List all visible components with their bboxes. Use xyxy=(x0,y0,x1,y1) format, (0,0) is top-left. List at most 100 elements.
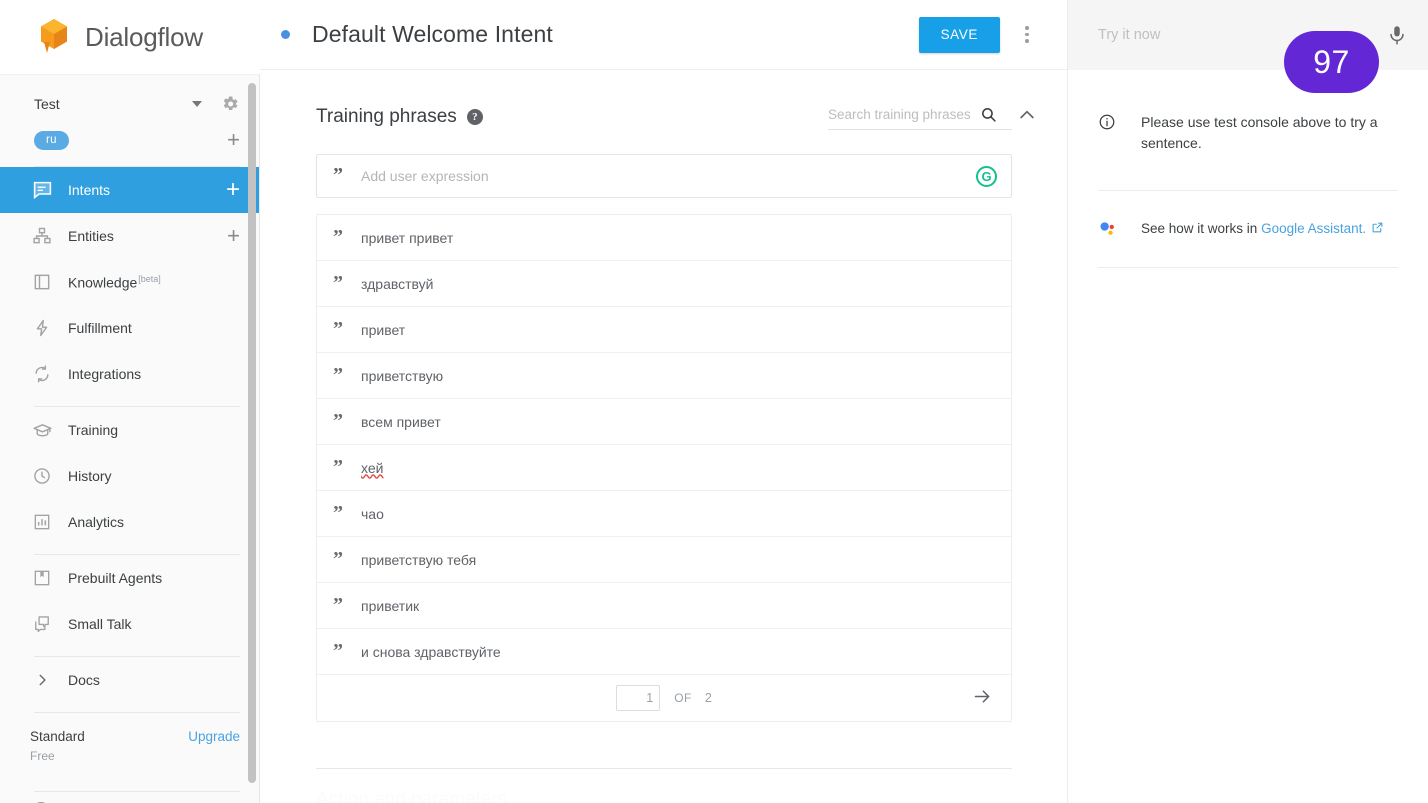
google-assistant-dots-icon xyxy=(1098,219,1118,239)
entity-tree-icon xyxy=(30,224,54,248)
table-row[interactable]: ” здравствуй xyxy=(317,261,1011,307)
quote-mark-icon: ” xyxy=(333,595,347,615)
sidebar-item-label: Prebuilt Agents xyxy=(68,570,240,586)
bookmark-box-icon xyxy=(30,566,54,590)
search-input[interactable] xyxy=(828,107,980,122)
google-assistant-link[interactable]: Google Assistant. xyxy=(1261,221,1366,236)
page-title[interactable]: Default Welcome Intent xyxy=(312,21,919,48)
panel-divider xyxy=(1098,267,1398,268)
sidebar-item-label: Analytics xyxy=(68,514,240,530)
beta-badge: [beta] xyxy=(138,274,161,284)
test-console-panel: Please use test console above to try a s… xyxy=(1068,0,1428,803)
unsaved-changes-dot-icon xyxy=(281,30,290,39)
dialogflow-console: Dialogflow Test ru + xyxy=(0,0,1428,803)
bar-chart-icon xyxy=(30,510,54,534)
help-circle-icon[interactable]: ? xyxy=(467,109,483,125)
training-phrases-list: ” привет привет ” здравствуй ” привет ” … xyxy=(316,214,1012,722)
add-user-expression-row[interactable]: ” G xyxy=(316,154,1012,198)
add-entity-plus-icon[interactable]: + xyxy=(227,225,240,247)
quote-mark-icon: ” xyxy=(333,365,347,385)
table-row[interactable]: ” приветствую xyxy=(317,353,1011,399)
arrow-right-icon[interactable] xyxy=(972,686,993,711)
support-row[interactable] xyxy=(0,792,260,803)
add-user-expression-input[interactable] xyxy=(361,168,976,184)
table-row[interactable]: ” хей xyxy=(317,445,1011,491)
add-intent-plus-icon[interactable]: + xyxy=(226,178,240,202)
info-message-row: Please use test console above to try a s… xyxy=(1098,70,1398,154)
quote-mark-icon: ” xyxy=(333,319,347,339)
speech-bubbles-icon xyxy=(30,612,54,636)
sidebar-item-fulfillment[interactable]: Fulfillment xyxy=(0,305,260,351)
training-phrase-text: приветствую тебя xyxy=(361,552,476,568)
upgrade-link[interactable]: Upgrade xyxy=(188,729,240,744)
sidebar-scrollbar[interactable] xyxy=(248,83,256,783)
chevron-right-icon xyxy=(30,670,54,690)
training-phrase-text: всем привет xyxy=(361,414,441,430)
sidebar-item-label: History xyxy=(68,468,240,484)
training-phrases-header: Training phrases ? xyxy=(316,100,1012,134)
sidebar-item-history[interactable]: History xyxy=(0,453,260,499)
external-link-icon[interactable] xyxy=(1371,222,1384,237)
sidebar-item-docs[interactable]: Docs xyxy=(0,657,260,703)
dialogflow-cube-logo-icon xyxy=(34,16,74,58)
section-title: Training phrases xyxy=(316,106,457,128)
page-number-input[interactable] xyxy=(616,685,660,711)
sidebar-item-entities[interactable]: Entities + xyxy=(0,213,260,259)
test-console-body: Please use test console above to try a s… xyxy=(1068,70,1428,268)
table-row[interactable]: ” приветствую тебя xyxy=(317,537,1011,583)
agent-name: Test xyxy=(34,96,192,112)
table-row[interactable]: ” всем привет xyxy=(317,399,1011,445)
agent-selector-row[interactable]: Test xyxy=(0,85,260,123)
training-phrase-text: здравствуй xyxy=(361,276,434,292)
sidebar-item-label: Training xyxy=(68,422,240,438)
sidebar-item-small-talk[interactable]: Small Talk xyxy=(0,601,260,647)
plan-info: Standard Free xyxy=(30,727,188,765)
save-button[interactable]: SAVE xyxy=(919,17,1000,53)
google-assistant-row: See how it works in Google Assistant. xyxy=(1098,191,1398,239)
sidebar-item-integrations[interactable]: Integrations xyxy=(0,351,260,397)
search-training-phrases-wrapper xyxy=(828,105,1012,130)
sidebar-scroll-area: Test ru + xyxy=(0,74,260,803)
chevron-up-icon[interactable] xyxy=(1017,105,1037,125)
training-phrase-text: хей xyxy=(361,460,383,476)
table-row[interactable]: ” и снова здравствуйте xyxy=(317,629,1011,675)
plan-name: Standard xyxy=(30,729,85,744)
kebab-menu-icon[interactable] xyxy=(1014,22,1040,47)
table-row[interactable]: ” привет xyxy=(317,307,1011,353)
clock-icon xyxy=(30,464,54,488)
bolt-icon xyxy=(30,316,54,340)
gear-icon[interactable] xyxy=(220,94,240,114)
graduation-cap-icon xyxy=(30,418,54,442)
table-row[interactable]: ” привет привет xyxy=(317,215,1011,261)
chat-bubble-icon xyxy=(30,178,54,202)
grammarly-g-icon[interactable]: G xyxy=(976,166,997,187)
sidebar-item-label: Fulfillment xyxy=(68,320,240,336)
training-phrase-text: приветствую xyxy=(361,368,443,384)
assistant-prefix: See how it works in xyxy=(1141,221,1261,236)
quote-mark-icon: ” xyxy=(333,641,347,661)
sidebar-item-label: Integrations xyxy=(68,366,240,382)
table-row[interactable]: ” приветик xyxy=(317,583,1011,629)
sidebar-item-knowledge[interactable]: Knowledge[beta] xyxy=(0,259,260,305)
sidebar-item-prebuilt-agents[interactable]: Prebuilt Agents xyxy=(0,555,260,601)
sidebar-item-intents[interactable]: Intents + xyxy=(0,167,260,213)
add-language-plus-icon[interactable]: + xyxy=(227,129,240,151)
sidebar-item-training[interactable]: Training xyxy=(0,407,260,453)
sync-arrows-icon xyxy=(30,362,54,386)
caret-down-icon[interactable] xyxy=(192,101,202,107)
sidebar-item-label: Docs xyxy=(68,672,240,688)
sidebar-item-analytics[interactable]: Analytics xyxy=(0,499,260,545)
brand-header[interactable]: Dialogflow xyxy=(0,0,260,74)
pagination: OF 2 xyxy=(317,675,1011,721)
search-icon[interactable] xyxy=(980,106,997,123)
brand-name: Dialogflow xyxy=(85,22,203,53)
main-content: Default Welcome Intent SAVE Training phr… xyxy=(260,0,1068,803)
language-chip-ru[interactable]: ru xyxy=(34,131,69,150)
try-it-now-input[interactable] xyxy=(1098,27,1386,43)
microphone-icon[interactable] xyxy=(1386,23,1408,47)
sidebar-item-label: Small Talk xyxy=(68,616,240,632)
quote-mark-icon: ” xyxy=(333,503,347,523)
table-row[interactable]: ” чао xyxy=(317,491,1011,537)
try-it-now-header xyxy=(1068,0,1428,70)
left-sidebar: Dialogflow Test ru + xyxy=(0,0,260,803)
